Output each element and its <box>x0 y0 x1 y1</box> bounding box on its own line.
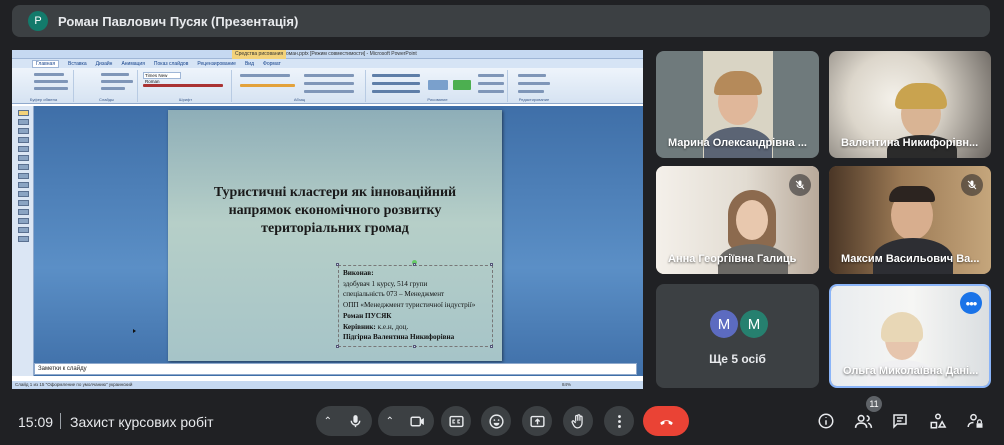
pp-ribbon: Буфер обмена Слайды Times New Roman Шриф… <box>12 68 643 104</box>
clock: 15:09 <box>18 414 54 430</box>
font-name-box[interactable]: Times New Roman <box>143 72 181 84</box>
meeting-name: Захист курсових робіт <box>70 414 214 430</box>
lock-person-icon <box>967 413 983 428</box>
control-bar: 15:09 Захист курсових робіт ⌃ ⌃ <box>0 396 1004 445</box>
participant-tile-active[interactable]: ••• Ольга Миколаївна Дані... <box>829 284 991 388</box>
mic-control[interactable]: ⌃ <box>316 406 372 436</box>
slide-line: здобувач 1 курсу, 514 групи <box>343 279 428 288</box>
slide-line: ОПП «Менеджмент туристичної індустрії» <box>343 301 476 310</box>
activities-button[interactable] <box>927 410 949 432</box>
slide-line: спеціальність 073 – Менеджмент <box>343 290 445 299</box>
pp-tab: Формат <box>263 60 281 67</box>
slide-thumbnails[interactable] <box>12 106 34 376</box>
slide-line-rest: к.е.н, доц. <box>375 322 409 331</box>
participant-tile[interactable]: Марина Олександрівна ... <box>656 51 819 158</box>
mouse-cursor-icon <box>133 329 136 333</box>
muted-mic-icon <box>789 174 811 196</box>
pp-group-clipboard: Буфер обмена <box>14 70 74 102</box>
present-screen-icon <box>529 415 545 427</box>
participant-tile[interactable]: Анна Георгіївна Галиць <box>656 166 819 274</box>
more-options-icon[interactable]: ••• <box>960 292 982 314</box>
hang-up-icon <box>659 419 673 425</box>
present-button[interactable] <box>522 406 552 436</box>
reactions-button[interactable] <box>481 406 511 436</box>
participant-name: Ольга Миколаївна Дані... <box>843 365 979 377</box>
info-icon <box>818 413 834 429</box>
shared-screen: Средства рисования Презентація Пусяк Ром… <box>12 50 643 389</box>
author-textbox[interactable]: Виконав: здобувач 1 курсу, 514 групи спе… <box>338 265 493 347</box>
pp-tab: Рецензирование <box>197 60 236 67</box>
people-count-badge: 11 <box>866 396 882 412</box>
pp-tab: Анимация <box>121 60 145 67</box>
slide-line: Підгірна Валентина Никифорівна <box>343 333 455 342</box>
zoom-level: 84% <box>562 382 572 387</box>
camera-icon[interactable] <box>409 413 426 430</box>
chat-button[interactable] <box>889 410 911 432</box>
host-controls-button[interactable] <box>964 410 986 432</box>
more-vert-icon <box>617 414 621 428</box>
pp-group-slides: Слайды <box>76 70 138 102</box>
captions-button[interactable] <box>441 406 471 436</box>
presenter-avatar: Р <box>28 11 48 31</box>
participant-name: Валентина Никифорівн... <box>841 137 979 149</box>
muted-mic-icon <box>961 174 983 196</box>
participant-tile[interactable]: Максим Васильович Ва... <box>829 166 991 274</box>
participant-name: Марина Олександрівна ... <box>668 137 807 149</box>
pp-workspace: Туристичні кластери як інноваційний напр… <box>12 106 643 376</box>
current-slide[interactable]: Туристичні кластери як інноваційний напр… <box>168 110 502 361</box>
pp-tab: Дизайн <box>95 60 113 67</box>
chevron-up-icon[interactable]: ⌃ <box>324 416 332 427</box>
others-tile[interactable]: M M Ще 5 осіб <box>656 284 819 388</box>
participant-tile[interactable]: Валентина Никифорівн... <box>829 51 991 158</box>
slide-notes[interactable]: Заметки к слайду <box>34 363 637 375</box>
leave-call-button[interactable] <box>643 406 689 436</box>
slide-line: Виконав: <box>343 269 374 277</box>
others-label: Ще 5 осіб <box>709 352 766 366</box>
pp-group-font: Times New Roman Шрифт <box>140 70 232 102</box>
presenter-title: Роман Павлович Пусяк (Презентація) <box>58 13 299 29</box>
pp-context-tab: Средства рисования <box>232 50 287 59</box>
more-options-button[interactable] <box>604 406 634 436</box>
divider <box>60 413 61 429</box>
emoji-icon <box>488 413 504 429</box>
pp-tab: Главная <box>32 59 60 68</box>
raise-hand-button[interactable] <box>563 406 593 436</box>
slide-line: Роман ПУСЯК <box>343 311 392 320</box>
people-button[interactable] <box>852 410 874 432</box>
presenter-bar: Р Роман Павлович Пусяк (Презентація) <box>12 5 990 37</box>
pp-group-editing: Редактирование <box>510 70 558 102</box>
chat-icon <box>893 414 907 429</box>
camera-control[interactable]: ⌃ <box>378 406 434 436</box>
captions-icon <box>448 415 464 427</box>
others-avatar: M <box>740 310 768 338</box>
slide-title[interactable]: Туристичні кластери як інноваційний напр… <box>188 184 482 238</box>
hand-icon <box>570 413 583 429</box>
participant-name: Максим Васильович Ва... <box>841 253 980 265</box>
activities-icon <box>930 413 947 429</box>
chevron-up-icon[interactable]: ⌃ <box>386 416 394 427</box>
slide-line: Керівник: <box>343 322 376 331</box>
pp-group-drawing: Рисование <box>368 70 508 102</box>
mic-icon[interactable] <box>347 413 364 430</box>
others-avatar: M <box>710 310 738 338</box>
pp-group-paragraph: Абзац <box>234 70 366 102</box>
pp-tab: Показ слайдов <box>153 60 189 67</box>
meeting-info-button[interactable] <box>815 410 837 432</box>
pp-status-bar: Слайд 1 из 15 "Оформление по умолчанию" … <box>12 381 643 389</box>
people-icon <box>854 414 872 428</box>
pp-ribbon-tabs: Главная Вставка Дизайн Анимация Показ сл… <box>12 59 643 68</box>
pp-tab: Вставка <box>68 60 87 67</box>
pp-tab: Вид <box>244 60 255 67</box>
participant-name: Анна Георгіївна Галиць <box>668 253 797 265</box>
pp-window-title: Средства рисования Презентація Пусяк Ром… <box>12 50 643 59</box>
